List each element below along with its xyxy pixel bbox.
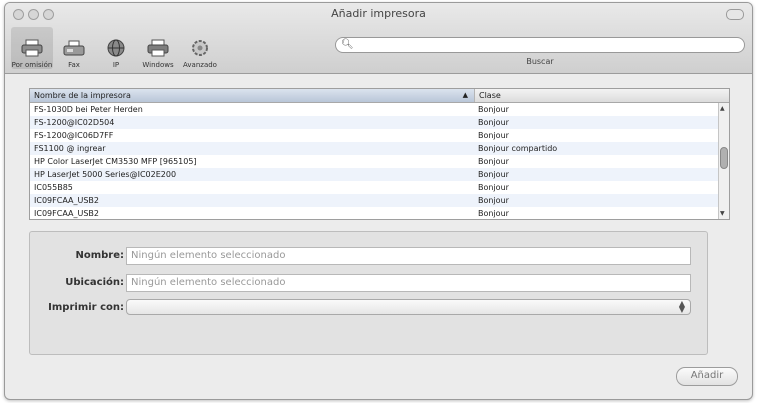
- windows-printer-icon: [145, 37, 171, 59]
- print-with-select[interactable]: ▲ ▼: [126, 299, 691, 315]
- location-row: Ubicación: Ningún elemento seleccionado: [30, 274, 707, 294]
- printer-class: Bonjour: [478, 131, 509, 140]
- table-row[interactable]: HP LaserJet 5000 Series@IC02E200 Bonjour: [30, 168, 718, 181]
- toolbar-ip-label: IP: [112, 61, 120, 69]
- fax-icon: [61, 37, 87, 59]
- printer-name: FS-1030D bei Peter Herden: [34, 105, 143, 114]
- search-label: Buscar: [526, 57, 554, 66]
- globe-icon: [103, 37, 129, 59]
- search-field[interactable]: 🔍︎: [335, 37, 745, 53]
- gear-icon: [187, 37, 213, 59]
- printer-name: FS1100 @ ingrear: [34, 144, 106, 153]
- printer-name: HP Color LaserJet CM3530 MFP [965105]: [34, 157, 197, 166]
- toolbar-default-label: Por omisión: [11, 61, 53, 69]
- title-toolbar: Añadir impresora Por omisión Fax IP Wind…: [5, 3, 752, 74]
- scroll-up-icon[interactable]: ▲: [720, 105, 725, 112]
- table-row[interactable]: FS-1200@IC06D7FF Bonjour: [30, 129, 718, 142]
- location-field[interactable]: Ningún elemento seleccionado: [126, 274, 691, 292]
- column-header-class-label: Clase: [479, 91, 501, 100]
- column-header-name[interactable]: Nombre de la impresora ▲: [30, 89, 475, 102]
- toolbar-ip-button[interactable]: IP: [95, 27, 137, 69]
- name-row: Nombre: Ningún elemento seleccionado: [30, 247, 707, 267]
- column-header-class[interactable]: Clase: [475, 89, 729, 102]
- add-button[interactable]: Añadir: [676, 367, 738, 386]
- toolbar: Por omisión Fax IP Windows Avanzado: [11, 27, 221, 69]
- printer-class: Bonjour: [478, 157, 509, 166]
- search-icon: 🔍︎: [341, 39, 354, 50]
- printer-class: Bonjour: [478, 118, 509, 127]
- location-label: Ubicación:: [65, 277, 124, 288]
- printer-list[interactable]: Nombre de la impresora ▲ Clase FS-1030D …: [29, 88, 730, 220]
- list-scrollbar[interactable]: ▲ ▼: [718, 103, 729, 219]
- toolbar-windows-button[interactable]: Windows: [137, 27, 179, 69]
- printer-name: IC09FCAA_USB2: [34, 196, 99, 205]
- printer-details: Nombre: Ningún elemento seleccionado Ubi…: [29, 231, 708, 355]
- printer-class: Bonjour: [478, 105, 509, 114]
- printer-class: Bonjour: [478, 170, 509, 179]
- scroll-down-icon[interactable]: ▼: [720, 210, 725, 217]
- toolbar-toggle-button[interactable]: [726, 9, 744, 20]
- search-area: 🔍︎ Buscar: [335, 37, 745, 66]
- list-header: Nombre de la impresora ▲ Clase: [30, 89, 729, 103]
- toolbar-windows-label: Windows: [142, 61, 174, 69]
- printer-name: FS-1200@IC06D7FF: [34, 131, 114, 140]
- printer-class: Bonjour: [478, 209, 509, 218]
- print-with-row: Imprimir con: ▲ ▼: [30, 299, 707, 319]
- table-row[interactable]: FS-1030D bei Peter Herden Bonjour: [30, 103, 718, 116]
- printer-name: FS-1200@IC02D504: [34, 118, 115, 127]
- sort-ascending-icon: ▲: [462, 91, 468, 99]
- select-arrows-icon: ▲ ▼: [678, 299, 685, 314]
- window-title: Añadir impresora: [331, 7, 426, 20]
- name-field[interactable]: Ningún elemento seleccionado: [126, 247, 691, 265]
- printer-class: Bonjour compartido: [478, 144, 558, 153]
- toolbar-default-button[interactable]: Por omisión: [11, 27, 53, 69]
- table-row[interactable]: HP Color LaserJet CM3530 MFP [965105] Bon…: [30, 155, 718, 168]
- printer-name: IC055B85: [34, 183, 73, 192]
- toolbar-advanced-label: Avanzado: [183, 61, 217, 69]
- toolbar-fax-label: Fax: [68, 61, 80, 69]
- table-row[interactable]: IC09FCAA_USB2 Bonjour: [30, 194, 718, 207]
- toolbar-advanced-button[interactable]: Avanzado: [179, 27, 221, 69]
- table-row[interactable]: FS-1200@IC02D504 Bonjour: [30, 116, 718, 129]
- add-printer-window: Añadir impresora Por omisión Fax IP Wind…: [4, 2, 753, 400]
- column-header-name-label: Nombre de la impresora: [34, 91, 131, 100]
- printer-class: Bonjour: [478, 183, 509, 192]
- search-input[interactable]: [354, 39, 734, 51]
- table-row[interactable]: FS1100 @ ingrear Bonjour compartido: [30, 142, 718, 155]
- name-label: Nombre:: [75, 250, 124, 261]
- default-printer-icon: [19, 37, 45, 59]
- table-row[interactable]: IC055B85 Bonjour: [30, 181, 718, 194]
- table-row[interactable]: IC09FCAA_USB2 Bonjour: [30, 207, 718, 219]
- toolbar-fax-button[interactable]: Fax: [53, 27, 95, 69]
- scrollbar-thumb[interactable]: [720, 147, 728, 169]
- printer-name: HP LaserJet 5000 Series@IC02E200: [34, 170, 177, 179]
- list-rows: FS-1030D bei Peter Herden Bonjour FS-1200…: [30, 103, 718, 219]
- printer-class: Bonjour: [478, 196, 509, 205]
- print-with-label: Imprimir con:: [48, 302, 124, 313]
- printer-name: IC09FCAA_USB2: [34, 209, 99, 218]
